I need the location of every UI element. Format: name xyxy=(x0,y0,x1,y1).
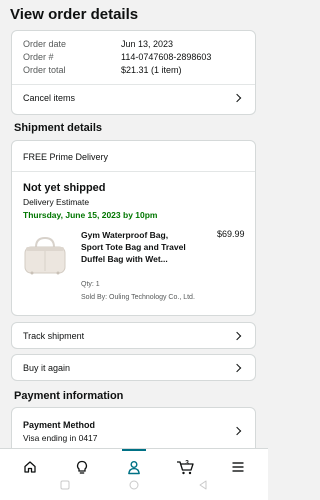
payment-method-card[interactable]: Payment Method Visa ending in 0417 xyxy=(11,407,256,448)
product-price: $69.99 xyxy=(217,229,245,239)
delivery-type: FREE Prime Delivery xyxy=(23,152,109,162)
back-icon[interactable] xyxy=(198,480,208,490)
chevron-right-icon xyxy=(232,93,242,103)
product-image[interactable] xyxy=(22,235,68,277)
chevron-right-icon xyxy=(232,331,242,341)
shipment-section-title: Shipment details xyxy=(14,122,103,134)
delivery-estimate-label: Delivery Estimate xyxy=(23,197,90,207)
system-nav-bar xyxy=(0,470,268,500)
product-seller: Sold By: Ouling Technology Co., Ltd. xyxy=(81,294,195,301)
chevron-right-icon xyxy=(232,363,242,373)
order-number-label: Order # xyxy=(23,52,54,62)
order-total-label: Order total xyxy=(23,65,66,75)
track-shipment-label: Track shipment xyxy=(23,331,85,341)
order-date-value: Jun 13, 2023 xyxy=(121,39,174,49)
page-title: View order details xyxy=(10,6,139,23)
payment-method-detail: Visa ending in 0417 xyxy=(23,433,98,443)
buy-again-row[interactable]: Buy it again xyxy=(12,355,255,381)
order-number-value: 114-0747608-2898603 xyxy=(121,52,212,62)
chevron-right-icon xyxy=(232,426,242,436)
shipment-status: Not yet shipped xyxy=(23,182,106,194)
cancel-items-label: Cancel items xyxy=(23,93,76,103)
track-shipment-row[interactable]: Track shipment xyxy=(12,323,255,349)
payment-method-title: Payment Method xyxy=(23,420,96,430)
cancel-items-row[interactable]: Cancel items xyxy=(12,85,255,111)
shipment-card: FREE Prime Delivery Not yet shipped Deli… xyxy=(11,140,256,316)
buy-again-label: Buy it again xyxy=(23,363,71,373)
order-summary-card: Order date Jun 13, 2023 Order # 114-0747… xyxy=(11,30,256,115)
order-details-page: View order details Order date Jun 13, 20… xyxy=(0,0,268,448)
track-shipment-card[interactable]: Track shipment xyxy=(11,322,256,349)
delivery-estimate-date: Thursday, June 15, 2023 by 10pm xyxy=(23,210,158,220)
order-total-value: $21.31 (1 item) xyxy=(121,65,182,75)
cart-count: 3 xyxy=(185,460,189,467)
payment-section-title: Payment information xyxy=(14,390,124,402)
divider xyxy=(12,171,255,172)
product-name[interactable]: Gym Waterproof Bag, Sport Tote Bag and T… xyxy=(81,229,191,265)
product-quantity: Qty: 1 xyxy=(81,281,100,288)
order-date-label: Order date xyxy=(23,39,67,49)
system-home-icon[interactable] xyxy=(129,480,139,490)
recent-apps-icon[interactable] xyxy=(60,480,70,490)
buy-again-card[interactable]: Buy it again xyxy=(11,354,256,381)
